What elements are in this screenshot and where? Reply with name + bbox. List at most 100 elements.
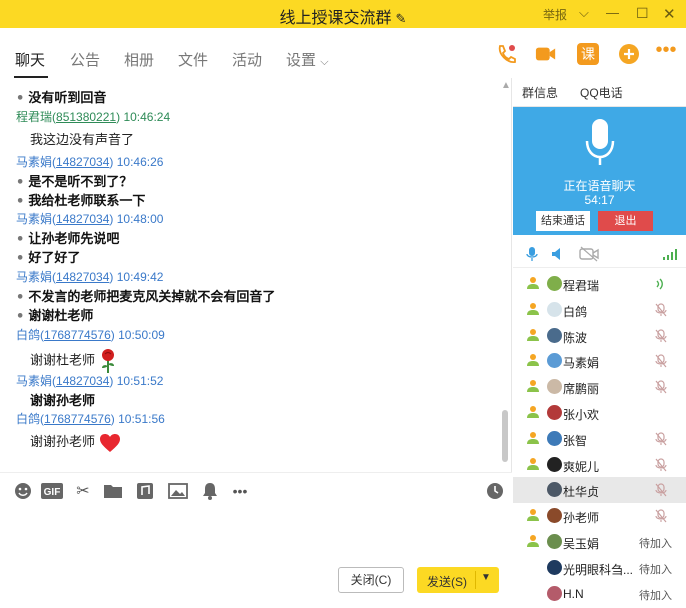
member-item[interactable]: 杜华贞 xyxy=(513,477,686,504)
maximize-button[interactable]: ☐ xyxy=(636,5,649,22)
close-chat-button[interactable]: 关闭(C) xyxy=(338,567,404,593)
gif-icon[interactable]: GIF xyxy=(40,481,64,501)
qq-link[interactable]: 851380221 xyxy=(56,110,116,124)
lesson-icon[interactable]: 课 xyxy=(577,43,599,65)
member-item[interactable]: 陈波 xyxy=(513,323,686,349)
report-button[interactable]: 举报 xyxy=(543,6,567,23)
send-button[interactable]: 发送(S) ▼ xyxy=(417,567,499,593)
bell-icon[interactable] xyxy=(199,481,221,501)
member-name: 光明眼科刍... xyxy=(563,562,634,577)
qq-link[interactable]: 14827034 xyxy=(56,270,109,284)
avatar xyxy=(547,353,562,369)
message-line: • 不发言的老师把麦克风关掉就不会有回音了 xyxy=(16,290,276,305)
tab-files[interactable]: 文件 xyxy=(178,49,208,70)
qq-link[interactable]: 14827034 xyxy=(56,374,109,388)
image-icon[interactable] xyxy=(167,481,189,501)
avatar xyxy=(547,276,562,291)
qq-link[interactable]: 14827034 xyxy=(56,155,109,169)
phone-icon[interactable] xyxy=(495,43,517,65)
member-item[interactable]: 张智 xyxy=(513,426,686,452)
member-item[interactable]: 光明眼科刍... 待加入 xyxy=(513,555,686,581)
message-line: • 没有听到回音 xyxy=(16,91,107,106)
message-meta: 白鸽(1768774576) 10:50:09 xyxy=(16,328,165,342)
tab-settings[interactable]: 设置 ⌵ xyxy=(286,49,329,70)
member-item[interactable]: 吴玉娟 待加入 xyxy=(513,529,686,555)
scroll-up-arrow[interactable]: ▲ xyxy=(501,80,511,91)
voice-status: 正在语音聊天 xyxy=(563,179,636,193)
scrollbar-thumb[interactable] xyxy=(502,410,508,462)
avatar xyxy=(547,430,562,446)
member-name: 马素娟 xyxy=(563,356,600,371)
dropdown-icon[interactable]: ⌵ xyxy=(579,5,589,21)
message-line: • 好了好了 xyxy=(16,251,81,266)
send-options-icon[interactable]: ▼ xyxy=(481,572,491,583)
avatar xyxy=(547,456,562,472)
rose-emoji-icon xyxy=(101,349,114,373)
microphone-icon xyxy=(585,119,615,165)
user-icon xyxy=(526,328,540,345)
qq-link[interactable]: 1768774576 xyxy=(44,412,111,426)
user-icon xyxy=(526,276,540,293)
mic-muted-icon xyxy=(655,432,667,449)
camera-off-icon[interactable] xyxy=(579,246,599,262)
speaker-icon[interactable] xyxy=(551,247,565,261)
message-text: 我这边没有声音了 xyxy=(30,132,135,147)
member-item[interactable]: 马素娟 xyxy=(513,348,686,374)
member-item[interactable]: H.N 待加入 xyxy=(513,581,686,607)
tab-group-info[interactable]: 群信息 xyxy=(522,84,558,101)
svg-text:GIF: GIF xyxy=(44,487,61,498)
message-line: • 是不是听不到了？ xyxy=(16,175,133,190)
history-icon[interactable] xyxy=(484,481,506,501)
more-icon[interactable]: ••• xyxy=(655,39,677,61)
voice-chat-panel: 正在语音聊天 54:17 结束通话 退出 xyxy=(513,107,686,235)
call-controls xyxy=(513,240,686,268)
edit-icon[interactable]: ✎ xyxy=(396,11,407,26)
member-item[interactable]: 孙老师 xyxy=(513,503,686,529)
mic-muted-icon xyxy=(655,509,667,526)
qq-link[interactable]: 14827034 xyxy=(56,212,109,226)
user-icon xyxy=(526,405,540,422)
qq-link[interactable]: 1768774576 xyxy=(44,328,111,342)
more-tools-icon[interactable]: ••• xyxy=(229,481,251,501)
avatar xyxy=(547,534,562,549)
member-name: 张智 xyxy=(563,433,588,448)
member-name: H.N xyxy=(563,586,584,601)
member-item[interactable]: 程君瑞 xyxy=(513,271,686,297)
mic-muted-icon xyxy=(655,457,667,475)
end-call-button[interactable]: 结束通话 xyxy=(536,211,590,231)
member-item[interactable]: 席鹏丽 xyxy=(513,374,686,400)
folder-icon[interactable] xyxy=(102,481,124,501)
heart-emoji-icon xyxy=(99,433,120,452)
user-icon xyxy=(526,508,540,525)
member-item[interactable]: 张小欢 xyxy=(513,400,686,426)
message-line: • 谢谢杜老师 xyxy=(16,309,94,324)
message-meta: 马素娟(14827034) 10:46:26 xyxy=(16,155,164,169)
tab-activity[interactable]: 活动 xyxy=(232,49,262,70)
close-button[interactable]: ✕ xyxy=(663,5,676,23)
music-icon[interactable] xyxy=(134,481,156,501)
title-bar: 线上授课交流群 ✎ 举报 ⌵ — ☐ ✕ xyxy=(0,0,686,28)
emoji-icon[interactable] xyxy=(12,481,34,501)
signal-strength-icon xyxy=(663,249,677,260)
member-item[interactable]: 爽妮儿 xyxy=(513,452,686,478)
tab-announcement[interactable]: 公告 xyxy=(70,49,100,70)
minimize-button[interactable]: — xyxy=(606,5,619,20)
video-call-icon[interactable] xyxy=(535,43,557,65)
scissors-icon[interactable]: ✂ xyxy=(72,481,94,501)
tab-album[interactable]: 相册 xyxy=(124,49,154,70)
mic-toggle-icon[interactable] xyxy=(526,246,538,262)
message-input[interactable] xyxy=(0,508,512,608)
avatar xyxy=(547,379,562,395)
add-icon[interactable] xyxy=(618,43,640,65)
user-icon xyxy=(526,457,540,474)
tab-chat[interactable]: 聊天 xyxy=(15,49,45,70)
member-item[interactable]: 白鸽 xyxy=(513,297,686,323)
mic-muted-icon xyxy=(655,328,667,346)
exit-call-button[interactable]: 退出 xyxy=(598,211,653,231)
speaking-icon xyxy=(655,277,667,294)
message-meta: 马素娟(14827034) 10:49:42 xyxy=(16,270,164,284)
tab-qq-call[interactable]: QQ电话 xyxy=(580,84,623,101)
message-meta: 马素娟(14827034) 10:51:52 xyxy=(16,374,164,388)
pending-status: 待加入 xyxy=(639,538,672,550)
chat-messages[interactable]: · · · · · · · · · •没有听到回音 程君瑞(851380221)… xyxy=(0,78,512,472)
